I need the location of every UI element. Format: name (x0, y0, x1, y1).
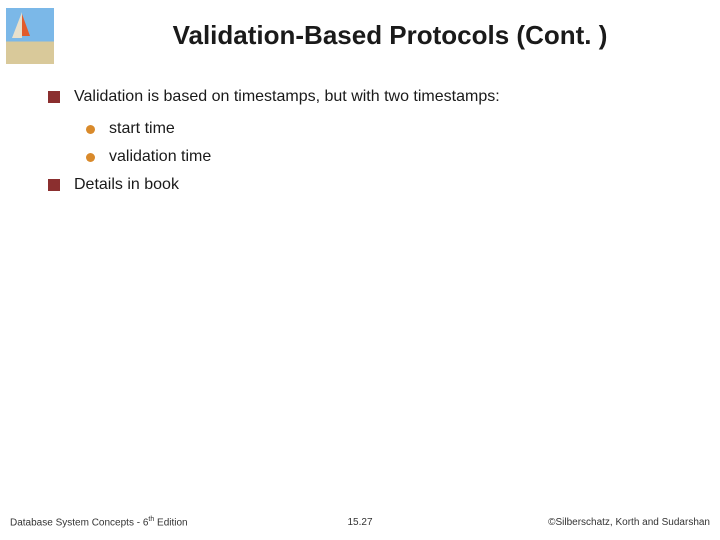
footer-left-suffix: Edition (154, 517, 187, 528)
bullet-text: Validation is based on timestamps, but w… (74, 88, 500, 106)
slide: Validation-Based Protocols (Cont. ) Vali… (0, 0, 720, 540)
footer-left: Database System Concepts - 6th Edition (10, 516, 188, 528)
logo-image (6, 8, 54, 64)
content-area: Validation is based on timestamps, but w… (48, 88, 680, 208)
square-bullet-icon (48, 91, 60, 103)
bullet-item: start time (86, 120, 680, 138)
slide-title: Validation-Based Protocols (Cont. ) (80, 20, 700, 51)
circle-bullet-icon (86, 125, 95, 134)
bullet-text: start time (109, 120, 175, 138)
bullet-text: Details in book (74, 176, 179, 194)
bullet-text: validation time (109, 148, 211, 166)
footer-right: ©Silberschatz, Korth and Sudarshan (548, 517, 710, 528)
footer: Database System Concepts - 6th Edition 1… (10, 516, 710, 528)
footer-center: 15.27 (347, 517, 372, 528)
bullet-item: Validation is based on timestamps, but w… (48, 88, 680, 106)
footer-left-prefix: Database System Concepts - 6 (10, 517, 148, 528)
bullet-item: validation time (86, 148, 680, 166)
square-bullet-icon (48, 179, 60, 191)
bullet-item: Details in book (48, 176, 680, 194)
circle-bullet-icon (86, 153, 95, 162)
